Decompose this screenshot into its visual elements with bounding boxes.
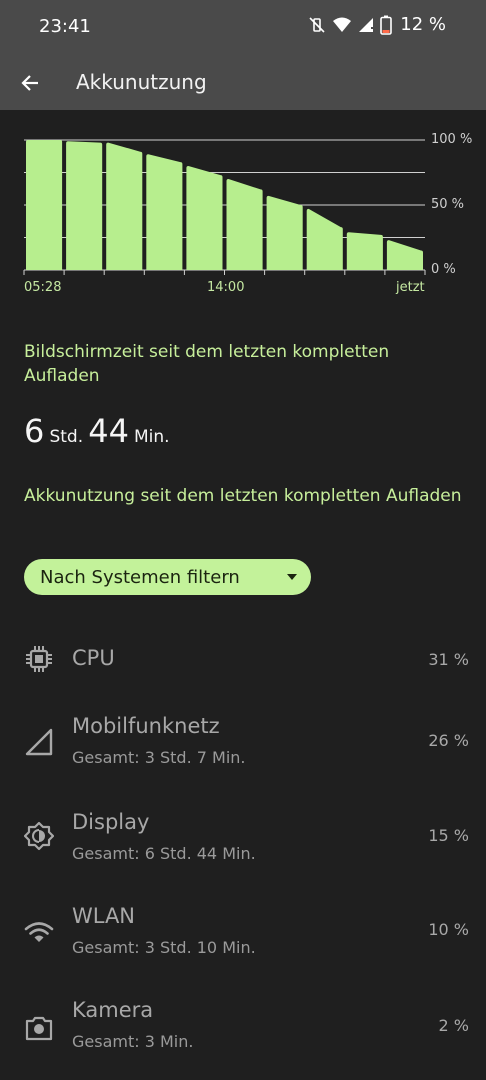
usage-item-percent: 10 % (428, 920, 469, 939)
chart-bar[interactable] (306, 208, 343, 270)
usage-row-cpu[interactable]: CPU 31 % (0, 620, 486, 700)
usage-item-percent: 31 % (428, 650, 469, 669)
signal-status-icon (359, 17, 374, 32)
chart-bar[interactable] (26, 140, 63, 270)
screen-time-minutes-unit: Min. (134, 427, 170, 447)
chart-bar[interactable] (146, 154, 183, 270)
x-tick-label: 05:28 (24, 280, 62, 295)
usage-heading: Akkunutzung seit dem letzten kompletten … (24, 486, 462, 506)
screen-time-value: 6 Std. 44 Min. (24, 412, 170, 450)
status-bar: 23:41 12 % (0, 0, 486, 56)
usage-item-subtitle: Gesamt: 3 Min. (72, 1032, 194, 1051)
app-bar: Akkunutzung (0, 56, 486, 110)
usage-item-name: Kamera (72, 998, 154, 1022)
chart-bar[interactable] (226, 179, 263, 270)
display-icon (24, 821, 54, 851)
screen-time-heading: Bildschirmzeit seit dem letzten komplett… (24, 342, 390, 386)
cellular-icon (25, 728, 53, 756)
y-tick-label: 100 % (431, 132, 473, 147)
battery-chart-svg (23, 139, 426, 275)
dropdown-arrow-icon (287, 574, 297, 580)
status-time: 23:41 (39, 16, 91, 37)
screen-time-hours-unit: Std. (49, 427, 84, 447)
page-title: Akkunutzung (76, 70, 207, 94)
usage-row-display[interactable]: Display Gesamt: 6 Std. 44 Min. 15 % (0, 796, 486, 876)
status-icons: 12 % (308, 14, 446, 35)
screen-time-minutes: 44 (88, 412, 129, 450)
chart-bar[interactable] (266, 195, 303, 270)
screen-time-hours: 6 (24, 412, 45, 450)
usage-item-name: WLAN (72, 904, 136, 928)
arrow-back-icon (21, 75, 38, 91)
usage-row-mobile[interactable]: Mobilfunknetz Gesamt: 3 Std. 7 Min. 26 % (0, 700, 486, 780)
wifi-icon (24, 922, 54, 942)
battery-chart: 05:28 14:00 jetzt 100 % 50 % 0 % (0, 120, 486, 300)
usage-item-subtitle: Gesamt: 3 Std. 7 Min. (72, 748, 246, 767)
usage-item-subtitle: Gesamt: 6 Std. 44 Min. (72, 844, 256, 863)
usage-row-camera[interactable]: Kamera Gesamt: 3 Min. 2 % (0, 986, 486, 1066)
usage-item-subtitle: Gesamt: 3 Std. 10 Min. (72, 938, 256, 957)
camera-icon (25, 1016, 53, 1041)
chart-bar[interactable] (186, 166, 223, 270)
filter-dropdown[interactable]: Nach Systemen filtern (24, 559, 311, 595)
usage-row-wlan[interactable]: WLAN Gesamt: 3 Std. 10 Min. 10 % (0, 890, 486, 970)
y-tick-label: 50 % (431, 197, 465, 212)
chart-bar[interactable] (66, 141, 103, 270)
usage-item-percent: 15 % (428, 826, 469, 845)
usage-item-name: Display (72, 810, 150, 834)
x-tick-label: 14:00 (207, 280, 245, 295)
usage-item-percent: 26 % (428, 731, 469, 750)
chart-bar[interactable] (106, 142, 143, 270)
chart-bar[interactable] (386, 240, 423, 270)
filter-label: Nach Systemen filtern (40, 566, 240, 588)
back-button[interactable] (14, 67, 46, 99)
vibrate-off-icon (309, 16, 325, 33)
usage-item-percent: 2 % (438, 1016, 469, 1035)
usage-item-name: CPU (72, 646, 115, 670)
x-tick-label: jetzt (396, 280, 425, 295)
battery-icon (380, 15, 393, 35)
y-tick-label: 0 % (431, 262, 456, 277)
battery-percent: 12 % (400, 14, 446, 35)
cpu-icon (26, 646, 52, 672)
usage-item-name: Mobilfunknetz (72, 714, 220, 738)
wifi-status-icon (333, 17, 352, 32)
chart-bar[interactable] (346, 232, 383, 270)
